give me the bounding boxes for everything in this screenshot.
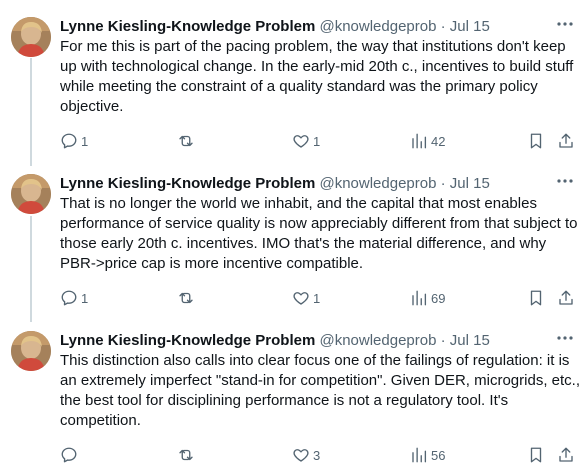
bookmark-icon [527, 132, 545, 150]
author-handle[interactable]: @knowledgeprob [319, 175, 436, 192]
tweet-header: Lynne Kiesling-Knowledge Problem @knowle… [60, 17, 574, 37]
tweet-text: For me this is part of the pacing proble… [60, 38, 574, 115]
tweet-text: That is no longer the world we inhabit, … [60, 195, 578, 272]
author-name[interactable]: Lynne Kiesling-Knowledge Problem [60, 175, 315, 192]
bookmark-icon [527, 446, 545, 464]
repost-icon [176, 289, 196, 307]
tweet-header: Lynne Kiesling-Knowledge Problem @knowle… [60, 331, 574, 351]
separator-dot: · [440, 332, 446, 349]
bookmark-button[interactable] [527, 288, 545, 308]
repost-icon [176, 132, 196, 150]
repost-button[interactable] [176, 131, 199, 151]
share-button[interactable] [557, 131, 575, 151]
tweet-date[interactable]: Jul 15 [450, 332, 490, 349]
like-count: 1 [313, 133, 321, 149]
author-handle[interactable]: @knowledgeprob [319, 18, 436, 35]
author-name[interactable]: Lynne Kiesling-Knowledge Problem [60, 18, 315, 35]
tweet-text: This distinction also calls into clear f… [60, 352, 580, 429]
tweet-date[interactable]: Jul 15 [450, 18, 490, 35]
share-button[interactable] [557, 288, 575, 308]
views-count: 69 [431, 290, 446, 306]
avatar[interactable] [11, 174, 51, 214]
reply-button[interactable]: 1 [60, 131, 88, 151]
repost-button[interactable] [176, 445, 199, 465]
bookmark-button[interactable] [527, 445, 545, 465]
views-count: 42 [431, 133, 446, 149]
views-icon [410, 289, 428, 307]
bookmark-button[interactable] [527, 131, 545, 151]
more-horizontal-icon[interactable] [556, 329, 574, 352]
tweet-actions: 1 1 42 [60, 131, 580, 151]
like-count: 3 [313, 447, 321, 463]
author-name[interactable]: Lynne Kiesling-Knowledge Problem [60, 332, 315, 349]
views-icon [410, 446, 428, 464]
views-count: 56 [431, 447, 446, 463]
avatar[interactable] [11, 331, 51, 371]
reply-icon [60, 446, 78, 464]
more-horizontal-icon[interactable] [556, 15, 574, 38]
tweet[interactable]: Lynne Kiesling-Knowledge Problem @knowle… [0, 331, 588, 472]
more-horizontal-icon[interactable] [556, 172, 574, 195]
share-icon [557, 289, 575, 307]
separator-dot: · [440, 18, 446, 35]
like-button[interactable]: 1 [292, 288, 320, 308]
reply-count: 1 [81, 290, 89, 306]
thread: Lynne Kiesling-Knowledge Problem @knowle… [0, 0, 588, 472]
bookmark-icon [527, 289, 545, 307]
avatar[interactable] [11, 17, 51, 57]
tweet-header: Lynne Kiesling-Knowledge Problem @knowle… [60, 174, 574, 194]
tweet[interactable]: Lynne Kiesling-Knowledge Problem @knowle… [0, 17, 588, 167]
repost-button[interactable] [176, 288, 199, 308]
like-icon [292, 132, 310, 150]
reply-button[interactable] [60, 445, 81, 465]
author-handle[interactable]: @knowledgeprob [319, 332, 436, 349]
reply-count: 1 [81, 133, 89, 149]
separator-dot: · [440, 175, 446, 192]
tweet[interactable]: Lynne Kiesling-Knowledge Problem @knowle… [0, 174, 588, 324]
reply-icon [60, 289, 78, 307]
views-button[interactable]: 69 [410, 288, 445, 308]
reply-icon [60, 132, 78, 150]
tweet-actions: 3 56 [60, 445, 580, 465]
reply-button[interactable]: 1 [60, 288, 88, 308]
views-icon [410, 132, 428, 150]
share-icon [557, 132, 575, 150]
like-button[interactable]: 3 [292, 445, 320, 465]
share-button[interactable] [557, 445, 575, 465]
views-button[interactable]: 42 [410, 131, 445, 151]
share-icon [557, 446, 575, 464]
like-icon [292, 446, 310, 464]
like-count: 1 [313, 290, 321, 306]
like-icon [292, 289, 310, 307]
like-button[interactable]: 1 [292, 131, 320, 151]
views-button[interactable]: 56 [410, 445, 445, 465]
tweet-actions: 1 1 69 [60, 288, 580, 308]
tweet-date[interactable]: Jul 15 [450, 175, 490, 192]
repost-icon [176, 446, 196, 464]
